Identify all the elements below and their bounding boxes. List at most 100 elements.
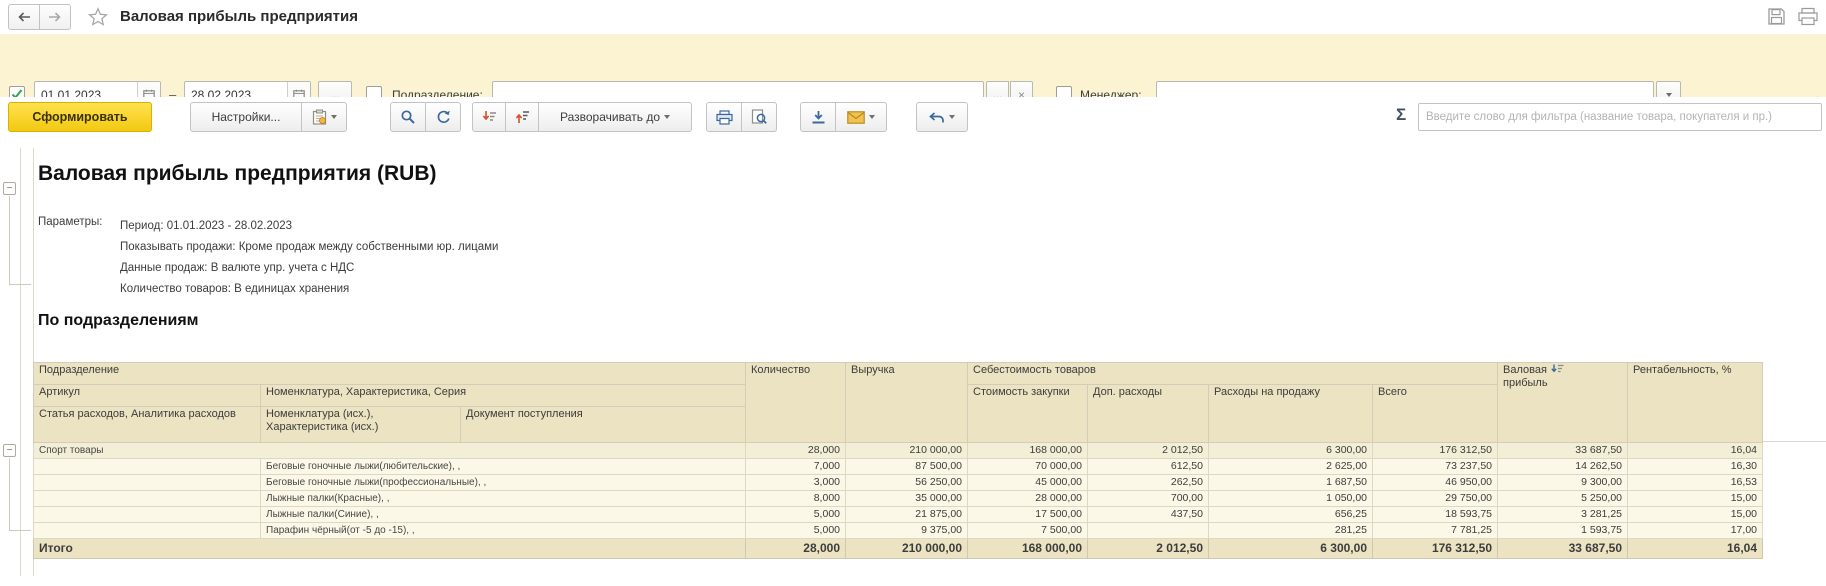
cell-revenue: 35 000,00	[846, 491, 968, 507]
cell-purchase-cost: 28 000,00	[968, 491, 1088, 507]
cell-profitability: 15,00	[1628, 507, 1763, 523]
refresh-search-icon	[435, 109, 452, 125]
gross-profit-table: Подразделение Количество Выручка Себесто…	[33, 362, 1763, 559]
download-icon	[811, 110, 826, 125]
cell-total: 46 950,00	[1373, 475, 1498, 491]
cell-item-name: Беговые гоночные лыжи(любительские), ,	[261, 459, 746, 475]
arrow-right-icon	[48, 11, 62, 23]
expand-to-button[interactable]: Разворачивать до	[538, 102, 692, 132]
parameter-line: Период: 01.01.2023 - 28.02.2023	[120, 216, 498, 237]
cell-profitability: 16,04	[1628, 539, 1763, 559]
report-area: − Валовая прибыль предприятия (RUB) Пара…	[0, 140, 1826, 586]
page-title: Валовая прибыль предприятия	[120, 8, 358, 25]
parameter-line: Показывать продажи: Кроме продаж между с…	[120, 237, 498, 258]
grouping-bracket	[9, 196, 31, 285]
cell-empty	[34, 507, 261, 523]
cell-revenue: 21 875,00	[846, 507, 968, 523]
row-guide-line	[1762, 441, 1826, 442]
cell-selling-expenses: 656,25	[1209, 507, 1373, 523]
cell-revenue: 210 000,00	[846, 539, 968, 559]
header-selling-expenses: Расходы на продажу	[1209, 385, 1373, 443]
save-file-button[interactable]	[800, 102, 836, 132]
chevron-down-icon	[869, 115, 875, 119]
report-collapse-toggle[interactable]: −	[3, 182, 16, 195]
share-link-button[interactable]	[916, 102, 968, 132]
settings-button[interactable]: Настройки...	[190, 102, 302, 132]
cell-selling-expenses: 1 050,00	[1209, 491, 1373, 507]
cell-extra-expenses: 262,50	[1088, 475, 1209, 491]
table-row: Лыжные палки(Красные), , 8,000 35 000,00…	[34, 491, 1763, 507]
header-article: Артикул	[34, 385, 261, 407]
cell-purchase-cost: 7 500,00	[968, 523, 1088, 539]
cell-extra-expenses: 612,50	[1088, 459, 1209, 475]
table-row: Парафин чёрный(от -5 до -15), , 5,000 9 …	[34, 523, 1763, 539]
cell-total: 18 593,75	[1373, 507, 1498, 523]
cell-profitability: 16,53	[1628, 475, 1763, 491]
header-gross-profit[interactable]: Валовая прибыль	[1498, 363, 1628, 443]
cell-extra-expenses: 700,00	[1088, 491, 1209, 507]
cell-quantity: 5,000	[746, 507, 846, 523]
window-titlebar: Валовая прибыль предприятия	[0, 0, 1826, 34]
report-variants-button[interactable]	[301, 102, 347, 132]
cell-revenue: 56 250,00	[846, 475, 968, 491]
cell-selling-expenses: 1 687,50	[1209, 475, 1373, 491]
cell-total: 7 781,25	[1373, 523, 1498, 539]
quick-filter-input[interactable]	[1419, 104, 1821, 130]
cell-quantity: 28,000	[746, 539, 846, 559]
cell-revenue: 87 500,00	[846, 459, 968, 475]
chevron-down-icon	[1666, 93, 1672, 97]
table-row: Лыжные палки(Синие), , 5,000 21 875,00 1…	[34, 507, 1763, 523]
header-purchase-cost: Стоимость закупки	[968, 385, 1088, 443]
cell-extra-expenses	[1088, 523, 1209, 539]
sort-descending-icon[interactable]	[1551, 364, 1564, 374]
parameters-label: Параметры:	[38, 216, 103, 228]
header-department: Подразделение	[34, 363, 746, 385]
collapse-groups-button[interactable]	[472, 102, 506, 132]
cell-item-name: Беговые гоночные лыжи(профессиональные),…	[261, 475, 746, 491]
chevron-down-icon	[331, 115, 337, 119]
nav-buttons	[8, 4, 71, 30]
cell-group-name[interactable]: Спорт товары	[34, 443, 746, 459]
cell-item-name: Лыжные палки(Красные), ,	[261, 491, 746, 507]
cell-purchase-cost: 17 500,00	[968, 507, 1088, 523]
cell-total-label: Итого	[34, 539, 746, 559]
cell-empty	[34, 475, 261, 491]
cell-item-name: Лыжные палки(Синие), ,	[261, 507, 746, 523]
print-preview-button[interactable]	[741, 102, 777, 132]
cell-total: 176 312,50	[1373, 539, 1498, 559]
parameter-line: Данные продаж: В валюте упр. учета с НДС	[120, 258, 498, 279]
cell-empty	[34, 523, 261, 539]
cell-gross-profit: 3 281,25	[1498, 507, 1628, 523]
save-icon[interactable]	[1767, 7, 1786, 26]
favorite-star-icon[interactable]	[88, 7, 108, 27]
forward-button[interactable]	[39, 4, 71, 30]
header-nomenclature: Номенклатура, Характеристика, Серия	[261, 385, 746, 407]
back-button[interactable]	[8, 4, 40, 30]
expand-groups-button[interactable]	[505, 102, 539, 132]
report-title: Валовая прибыль предприятия (RUB)	[38, 162, 437, 186]
cell-purchase-cost: 45 000,00	[968, 475, 1088, 491]
cell-revenue: 210 000,00	[846, 443, 968, 459]
generate-button[interactable]: Сформировать	[8, 102, 152, 132]
header-expense-item: Статья расходов, Аналитика расходов	[34, 407, 261, 443]
table-row: Беговые гоночные лыжи(любительские), , 7…	[34, 459, 1763, 475]
totals-sigma-button[interactable]: Σ	[1396, 105, 1406, 125]
app-window: Валовая прибыль предприятия –	[0, 0, 1826, 586]
search-button[interactable]	[390, 102, 426, 132]
header-revenue: Выручка	[846, 363, 968, 443]
print-icon[interactable]	[1798, 7, 1820, 26]
header-receipt-doc: Документ поступления	[461, 407, 746, 443]
cell-total: 73 237,50	[1373, 459, 1498, 475]
send-email-button[interactable]	[835, 102, 887, 132]
arrow-left-icon	[17, 11, 31, 23]
repeat-search-button[interactable]	[425, 102, 461, 132]
header-extra-expenses: Доп. расходы	[1088, 385, 1209, 443]
preview-icon	[751, 109, 767, 125]
cell-profitability: 16,30	[1628, 459, 1763, 475]
cell-profitability: 17,00	[1628, 523, 1763, 539]
parameters-block: Период: 01.01.2023 - 28.02.2023 Показыва…	[120, 216, 498, 300]
print-button[interactable]	[706, 102, 742, 132]
group-collapse-toggle[interactable]: −	[3, 444, 16, 457]
cell-gross-profit: 5 250,00	[1498, 491, 1628, 507]
cell-extra-expenses: 2 012,50	[1088, 443, 1209, 459]
